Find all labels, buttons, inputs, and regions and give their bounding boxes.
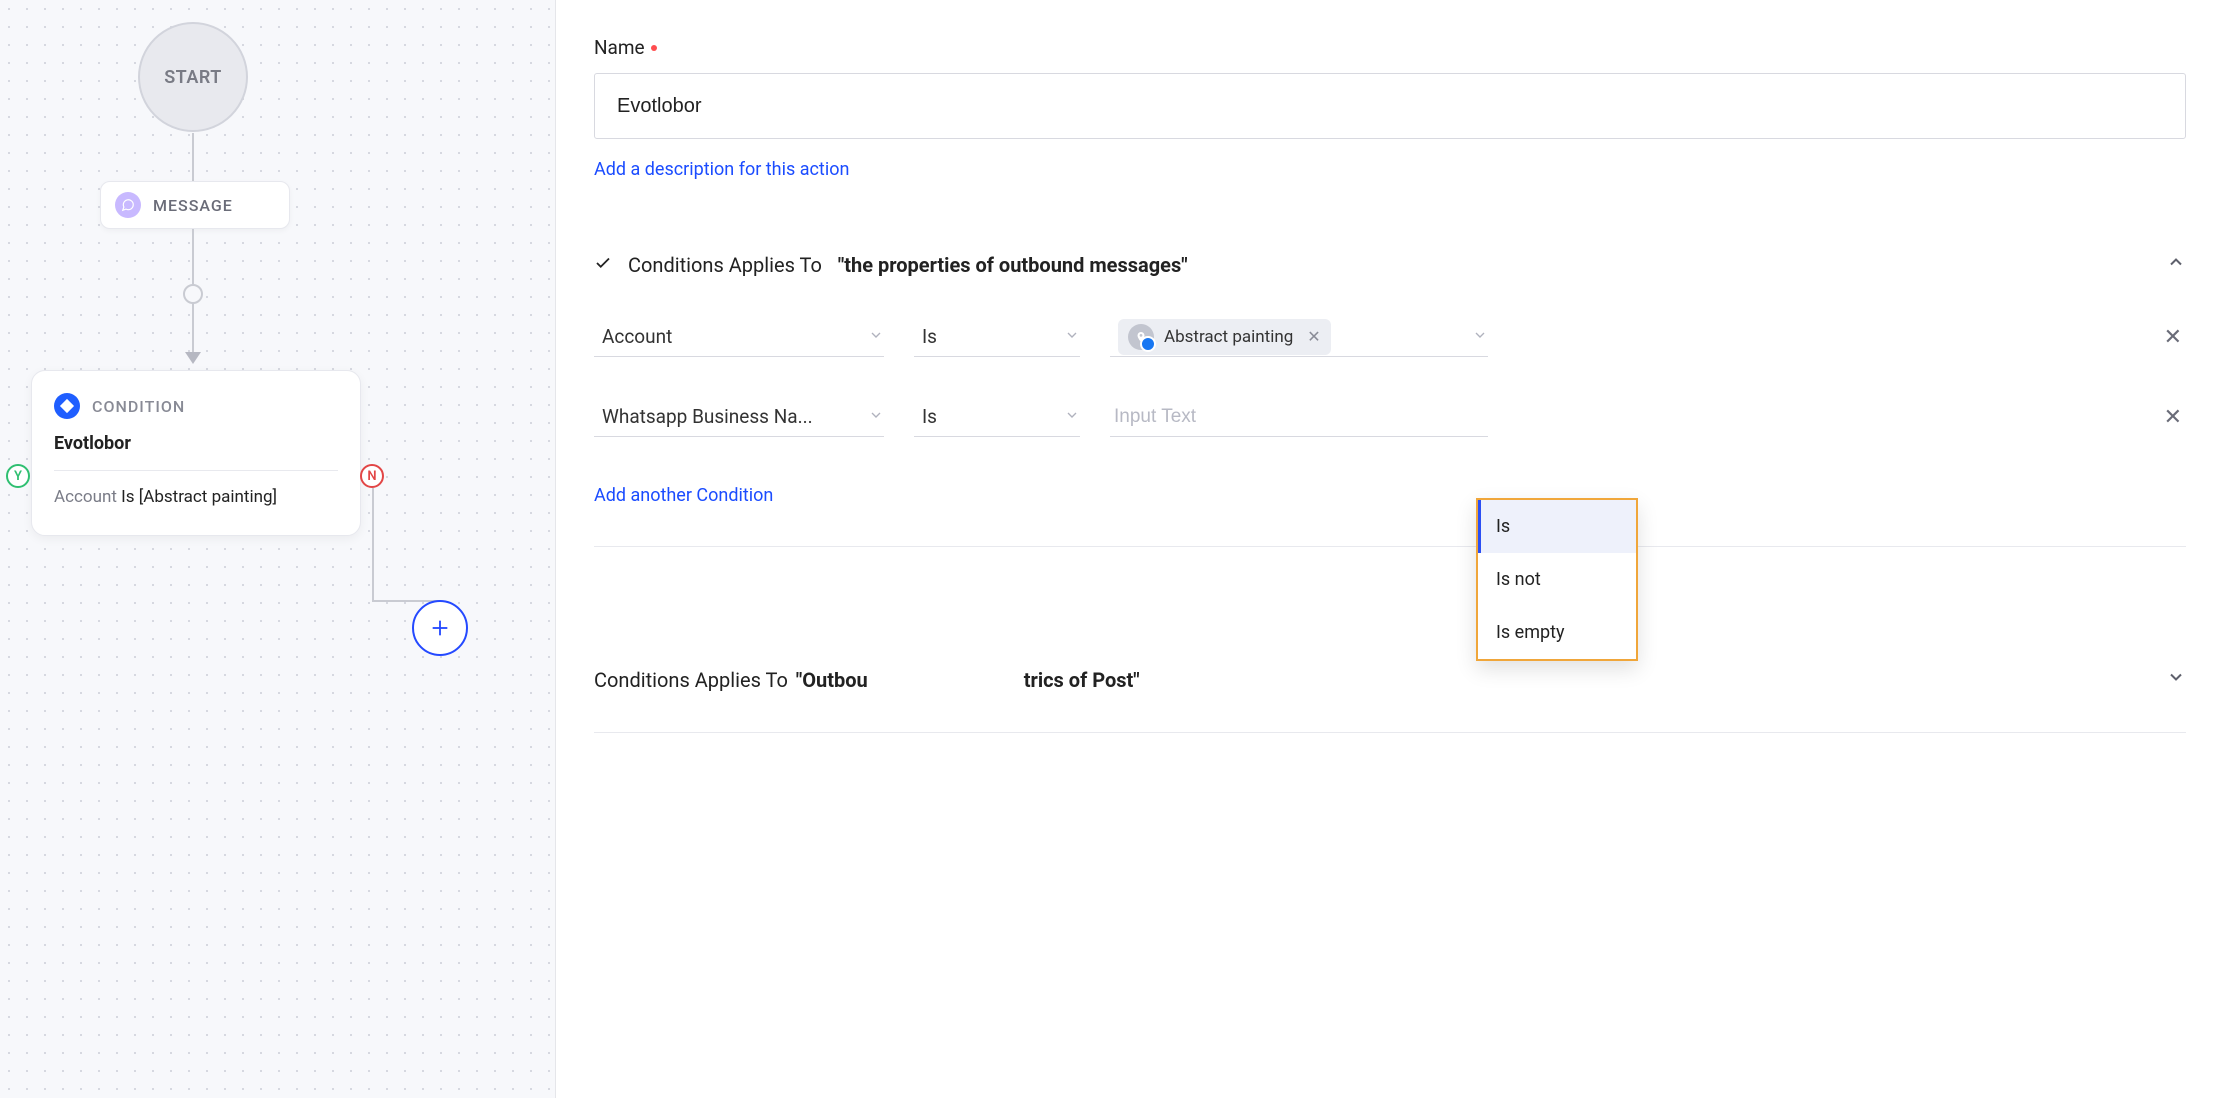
name-field-label: Name [594, 36, 2186, 59]
config-panel: Name Add a description for this action C… [556, 0, 2214, 1098]
condition-operator-select[interactable]: Is [914, 397, 1080, 437]
remove-condition-button[interactable]: ✕ [2160, 321, 2186, 354]
rule-field: Account [54, 487, 117, 507]
condition-field-select[interactable]: Account [594, 317, 884, 357]
message-icon [115, 192, 141, 218]
check-icon [594, 253, 612, 277]
condition-node[interactable]: CONDITION Evotlobor Account Is [Abstract… [31, 370, 361, 536]
section-target-a: "Outbou [796, 668, 868, 692]
operator-option[interactable]: Is empty [1478, 606, 1636, 659]
section-prefix: Conditions Applies To [594, 668, 788, 692]
condition-operator-select[interactable]: Is [914, 317, 1080, 357]
value-chip: Abstract painting ✕ [1118, 319, 1331, 355]
add-description-link[interactable]: Add a description for this action [594, 159, 849, 180]
condition-type-label: CONDITION [92, 397, 185, 416]
condition-name: Evotlobor [54, 433, 338, 454]
start-label: START [164, 67, 222, 88]
message-label: MESSAGE [153, 196, 233, 215]
chevron-down-icon [868, 405, 884, 428]
operator-dropdown: Is Is not Is empty [1476, 498, 1638, 661]
name-input[interactable] [594, 73, 2186, 139]
add-condition-link[interactable]: Add another Condition [594, 485, 773, 506]
chevron-down-icon [868, 325, 884, 348]
condition-icon [54, 393, 80, 419]
section-prefix: Conditions Applies To [628, 253, 822, 277]
conditions-section-header[interactable]: Conditions Applies To "the properties of… [594, 252, 2186, 277]
remove-chip-button[interactable]: ✕ [1307, 327, 1320, 346]
condition-row: Account Is Abstract painting ✕ [594, 317, 2186, 357]
remove-condition-button[interactable]: ✕ [2160, 401, 2186, 434]
conditions-section-header[interactable]: Conditions Applies To "Outbou trics of P… [594, 667, 2186, 692]
chevron-down-icon [1064, 405, 1080, 428]
condition-rule-summary: Account Is [Abstract painting] [54, 485, 338, 511]
rule-value: [Abstract painting] [139, 487, 277, 507]
yes-port[interactable]: Y [6, 464, 30, 488]
divider [54, 470, 338, 471]
condition-field-select[interactable]: Whatsapp Business Na... [594, 397, 884, 437]
condition-value-input[interactable] [1110, 397, 1488, 437]
operator-option[interactable]: Is [1478, 500, 1636, 553]
arrow-icon [185, 352, 201, 364]
chevron-up-icon [2166, 252, 2186, 277]
chevron-down-icon [1472, 325, 1488, 348]
condition-row: Whatsapp Business Na... Is ✕ [594, 397, 2186, 437]
connector [372, 488, 442, 600]
section-target: "the properties of outbound messages" [838, 253, 1188, 277]
connector-handle[interactable] [183, 284, 203, 304]
add-node-button[interactable] [412, 600, 468, 656]
operator-option[interactable]: Is not [1478, 553, 1636, 606]
start-node[interactable]: START [138, 22, 248, 132]
divider [594, 732, 2186, 733]
chevron-down-icon [1064, 325, 1080, 348]
section-target-b: trics of Post" [1024, 668, 1140, 692]
divider [594, 546, 2186, 547]
workflow-canvas[interactable]: START MESSAGE CONDITION Evotlobor Accoun… [0, 0, 556, 1098]
no-port[interactable]: N [360, 464, 384, 488]
chevron-down-icon [2166, 667, 2186, 692]
required-indicator [651, 45, 657, 51]
connector [192, 133, 194, 181]
message-node[interactable]: MESSAGE [100, 181, 290, 229]
condition-value-select[interactable]: Abstract painting ✕ [1110, 317, 1488, 357]
rule-op: Is [121, 487, 134, 507]
account-pin-icon [1128, 324, 1154, 350]
